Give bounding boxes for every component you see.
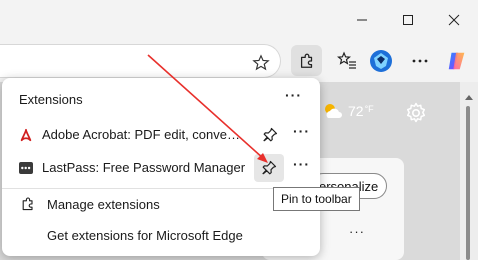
scroll-up-icon[interactable] bbox=[465, 94, 473, 100]
favorites-button[interactable] bbox=[335, 49, 359, 73]
manage-extensions-label: Manage extensions bbox=[47, 197, 160, 212]
get-extensions-label: Get extensions for Microsoft Edge bbox=[47, 228, 243, 243]
pin-button[interactable] bbox=[260, 125, 280, 145]
extension-item-adobe[interactable]: Adobe Acrobat: PDF edit, convert, si... … bbox=[2, 120, 320, 150]
close-icon bbox=[448, 14, 460, 26]
scroll-thumb[interactable] bbox=[466, 106, 470, 260]
favorites-list-icon bbox=[337, 51, 356, 69]
browser-toolbar bbox=[0, 40, 478, 82]
pin-icon bbox=[263, 127, 278, 142]
gear-icon[interactable] bbox=[404, 101, 428, 125]
weather-temperature: 72 bbox=[348, 103, 364, 119]
copilot-button[interactable] bbox=[445, 49, 469, 73]
extensions-button[interactable] bbox=[291, 45, 322, 76]
settings-more-button[interactable] bbox=[408, 49, 432, 73]
partly-cloudy-icon bbox=[325, 104, 342, 118]
pin-tooltip: Pin to toolbar bbox=[273, 187, 360, 211]
lastpass-icon bbox=[18, 160, 34, 176]
adobe-acrobat-icon bbox=[18, 127, 34, 143]
more-icon bbox=[412, 59, 428, 63]
popup-title: Extensions bbox=[19, 92, 83, 107]
pin-button[interactable] bbox=[254, 154, 284, 182]
minimize-button[interactable] bbox=[345, 6, 379, 34]
extension-more-button[interactable]: ··· bbox=[293, 123, 310, 139]
extension-label: Adobe Acrobat: PDF edit, convert, si... bbox=[42, 127, 242, 142]
get-extensions-link[interactable]: Get extensions for Microsoft Edge bbox=[2, 221, 320, 251]
extension-item-lastpass[interactable]: LastPass: Free Password Manager ··· bbox=[2, 153, 320, 183]
title-bar bbox=[0, 0, 478, 40]
weather-unit: °F bbox=[364, 104, 374, 114]
weather-widget[interactable]: 72 °F bbox=[322, 102, 374, 120]
profile-button[interactable] bbox=[369, 49, 393, 73]
extension-more-button[interactable]: ··· bbox=[293, 156, 310, 172]
card-more-button[interactable]: ··· bbox=[349, 224, 365, 239]
popup-more-button[interactable]: ··· bbox=[285, 87, 302, 103]
minimize-icon bbox=[357, 19, 367, 21]
star-add-icon[interactable] bbox=[252, 54, 270, 72]
address-bar[interactable] bbox=[0, 44, 281, 78]
maximize-icon bbox=[403, 15, 413, 25]
puzzle-icon bbox=[300, 53, 312, 68]
maximize-button[interactable] bbox=[391, 6, 425, 34]
extensions-popup: Extensions ··· Adobe Acrobat: PDF edit, … bbox=[2, 78, 320, 256]
close-button[interactable] bbox=[437, 6, 471, 34]
pin-icon bbox=[262, 160, 277, 175]
extension-label: LastPass: Free Password Manager bbox=[42, 160, 246, 175]
profile-avatar-icon bbox=[370, 50, 392, 72]
tooltip-text: Pin to toolbar bbox=[281, 192, 352, 206]
copilot-icon bbox=[448, 52, 465, 70]
puzzle-icon bbox=[20, 196, 36, 212]
